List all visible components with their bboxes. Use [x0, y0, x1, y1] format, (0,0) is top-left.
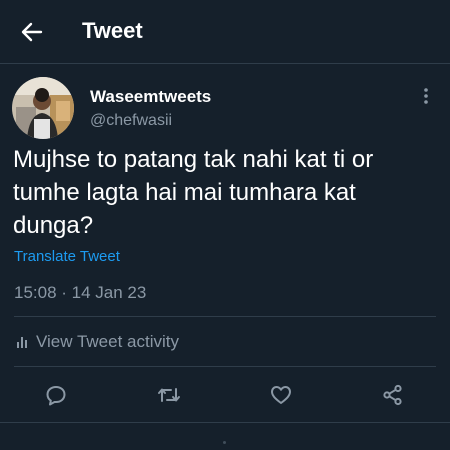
- scroll-indicator: [223, 441, 226, 444]
- tweet-text: Mujhse to patang tak nahi kat ti or tumh…: [13, 146, 374, 239]
- share-button[interactable]: [380, 382, 406, 408]
- more-vertical-icon: [424, 88, 428, 104]
- reply-button[interactable]: [43, 382, 69, 408]
- avatar[interactable]: [12, 77, 74, 139]
- retweet-button[interactable]: [156, 382, 182, 408]
- bar-chart-icon: [17, 337, 27, 348]
- author-handle[interactable]: @chefwasii: [90, 112, 172, 130]
- tweet-timestamp[interactable]: 15:08 · 14 Jan 23: [14, 283, 146, 303]
- divider: [0, 422, 450, 423]
- view-tweet-activity-button[interactable]: View Tweet activity: [16, 332, 179, 352]
- heart-icon: [271, 386, 291, 404]
- divider: [14, 366, 436, 367]
- back-button[interactable]: [14, 16, 50, 48]
- author-name[interactable]: Waseemtweets: [90, 87, 211, 107]
- more-options-button[interactable]: [414, 86, 438, 106]
- arrow-left-icon: [21, 22, 43, 42]
- tweet-actions-bar: [0, 372, 450, 418]
- reply-icon: [46, 386, 66, 406]
- translate-tweet-link[interactable]: Translate Tweet: [14, 248, 120, 265]
- top-bar: Tweet: [0, 0, 450, 64]
- activity-label: View Tweet activity: [36, 332, 179, 351]
- divider: [14, 316, 436, 317]
- page-title: Tweet: [82, 18, 143, 43]
- retweet-icon: [158, 388, 180, 402]
- share-icon: [383, 384, 402, 406]
- like-button[interactable]: [268, 382, 294, 408]
